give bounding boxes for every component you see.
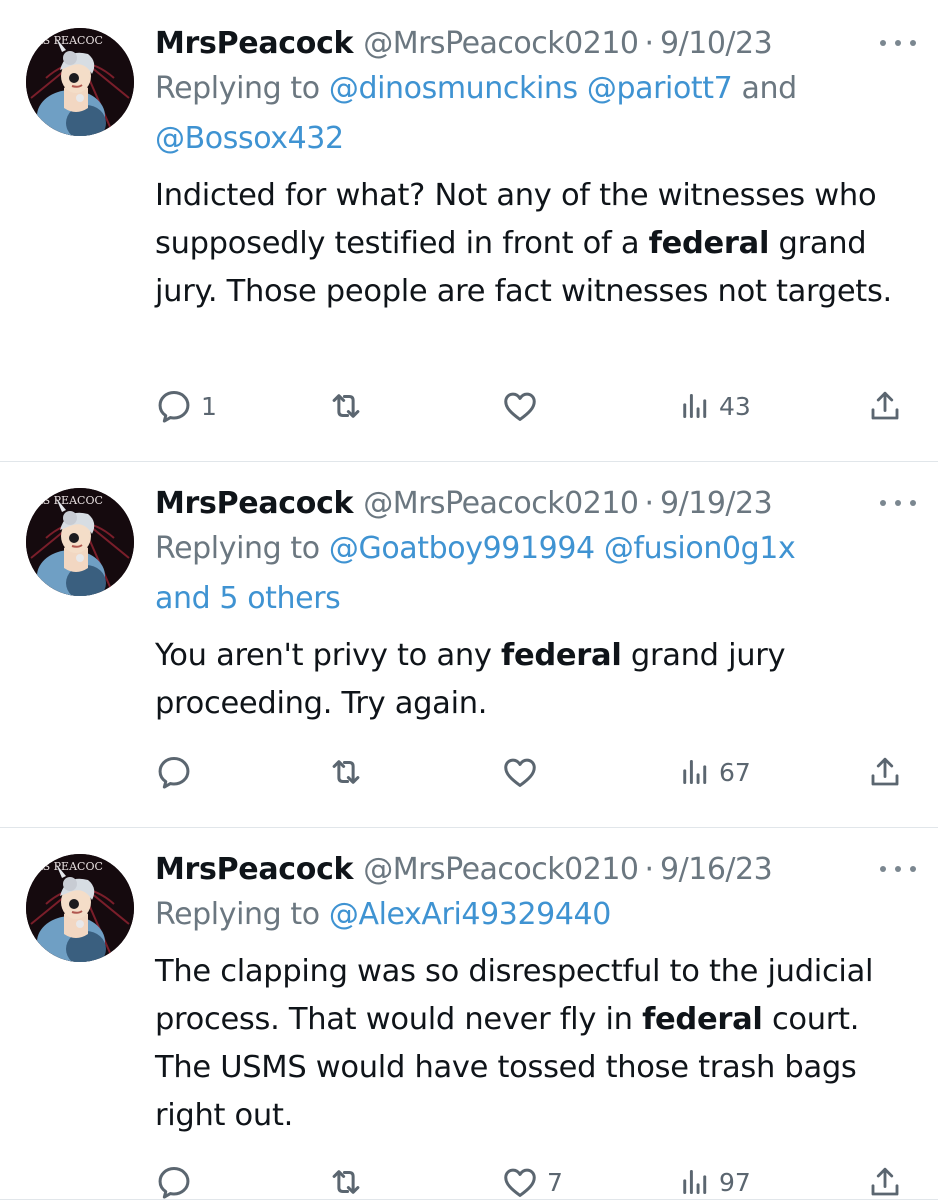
tweet-text: You aren't privy to any federal grand ju… <box>155 632 916 728</box>
tweet-text-part: The clapping was so disrespectful to the… <box>155 954 874 1037</box>
display-name[interactable]: MrsPeacock <box>155 24 354 64</box>
avatar[interactable] <box>26 28 134 136</box>
tweet-header: MrsPeacock @MrsPeacock0210 · 9/19/23 <box>155 484 916 524</box>
replying-to-label: Replying to <box>155 531 320 566</box>
tweet-header: MrsPeacock @MrsPeacock0210 · 9/10/23 <box>155 24 916 64</box>
tweet-text-part: Indicted for what? Not any of the witnes… <box>155 178 877 261</box>
share-button[interactable] <box>867 386 903 426</box>
user-handle[interactable]: @MrsPeacock0210 <box>363 850 639 890</box>
views-icon <box>679 756 711 788</box>
share-icon <box>867 388 903 424</box>
share-button[interactable] <box>867 1162 903 1202</box>
tweet-text: The clapping was so disrespectful to the… <box>155 948 916 1140</box>
tweet-date[interactable]: 9/19/23 <box>660 484 773 524</box>
like-count: 7 <box>547 1167 563 1197</box>
separator-dot: · <box>644 486 655 521</box>
reply-icon <box>155 1163 193 1201</box>
action-bar: 1 43 <box>155 386 915 426</box>
reply-button[interactable] <box>155 1162 201 1202</box>
user-handle[interactable]: @MrsPeacock0210 <box>363 24 639 64</box>
action-bar: 7 97 <box>155 1162 915 1202</box>
tweet-1[interactable]: MrsPeacock @MrsPeacock0210 · 9/10/23 Rep… <box>0 0 938 462</box>
highlighted-term: federal <box>642 1002 763 1037</box>
like-icon <box>501 387 539 425</box>
mention-link[interactable]: @AlexAri49329440 <box>329 897 611 932</box>
view-count: 43 <box>719 391 751 421</box>
view-count: 67 <box>719 757 751 787</box>
mention-link[interactable]: @Goatboy991994 @fusion0g1x <box>329 531 796 566</box>
retweet-button[interactable] <box>327 1162 373 1202</box>
display-name[interactable]: MrsPeacock <box>155 850 354 890</box>
tweet-text: Indicted for what? Not any of the witnes… <box>155 172 916 316</box>
reply-icon <box>155 753 193 791</box>
reply-button[interactable]: 1 <box>155 386 217 426</box>
like-icon <box>501 753 539 791</box>
replying-to: Replying to @dinosmunckins @pariott7 and… <box>155 64 916 164</box>
more-icon[interactable] <box>880 864 916 874</box>
views-button[interactable]: 43 <box>679 386 751 426</box>
tweet-date[interactable]: 9/16/23 <box>660 850 773 890</box>
like-button[interactable] <box>501 752 547 792</box>
mention-link[interactable]: @dinosmunckins @pariott7 <box>329 71 733 106</box>
highlighted-term: federal <box>501 638 622 673</box>
replying-to: Replying to @AlexAri49329440 <box>155 890 916 940</box>
tweet-3[interactable]: MrsPeacock @MrsPeacock0210 · 9/16/23 Rep… <box>0 828 938 1200</box>
replying-to: Replying to @Goatboy991994 @fusion0g1x a… <box>155 524 916 624</box>
like-button[interactable]: 7 <box>501 1162 563 1202</box>
reply-button[interactable] <box>155 752 201 792</box>
retweet-icon <box>327 387 365 425</box>
reply-count: 1 <box>201 391 217 421</box>
others-link[interactable]: and 5 others <box>155 581 341 616</box>
view-count: 97 <box>719 1167 751 1197</box>
mention-link[interactable]: @Bossox432 <box>155 121 344 156</box>
views-button[interactable]: 97 <box>679 1162 751 1202</box>
views-icon <box>679 390 711 422</box>
replying-to-label: Replying to <box>155 897 320 932</box>
views-button[interactable]: 67 <box>679 752 751 792</box>
avatar[interactable] <box>26 854 134 962</box>
separator-dot: · <box>644 852 655 887</box>
tweet-date[interactable]: 9/10/23 <box>660 24 773 64</box>
tweet-header: MrsPeacock @MrsPeacock0210 · 9/16/23 <box>155 850 916 890</box>
highlighted-term: federal <box>648 226 770 261</box>
more-icon[interactable] <box>880 38 916 48</box>
share-icon <box>867 1164 903 1200</box>
separator-dot: · <box>644 26 655 61</box>
share-button[interactable] <box>867 752 903 792</box>
views-icon <box>679 1166 711 1198</box>
replying-to-label: Replying to <box>155 71 320 106</box>
retweet-button[interactable] <box>327 752 373 792</box>
like-icon <box>501 1163 539 1201</box>
avatar[interactable] <box>26 488 134 596</box>
more-icon[interactable] <box>880 498 916 508</box>
replying-to-and: and <box>741 71 798 106</box>
user-handle[interactable]: @MrsPeacock0210 <box>363 484 639 524</box>
share-icon <box>867 754 903 790</box>
like-button[interactable] <box>501 386 547 426</box>
retweet-button[interactable] <box>327 386 373 426</box>
action-bar: 67 <box>155 752 915 792</box>
retweet-icon <box>327 1163 365 1201</box>
display-name[interactable]: MrsPeacock <box>155 484 354 524</box>
reply-icon <box>155 387 193 425</box>
tweet-text-part: You aren't privy to any <box>155 638 492 673</box>
retweet-icon <box>327 753 365 791</box>
tweet-2[interactable]: MrsPeacock @MrsPeacock0210 · 9/19/23 Rep… <box>0 462 938 828</box>
